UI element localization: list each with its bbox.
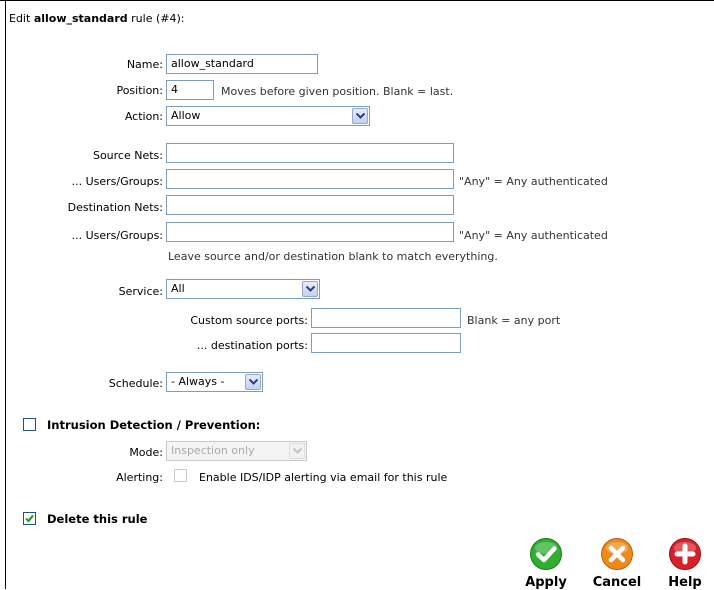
rule-edit-page: Edit allow_standard rule (#4): Name: all… [0, 0, 714, 590]
cancel-label: Cancel [592, 575, 642, 590]
frame-top-border [0, 0, 714, 1]
source-nets-field[interactable] [166, 143, 454, 163]
chevron-down-icon[interactable] [352, 108, 368, 124]
blank-match-note: Leave source and/or destination blank to… [168, 250, 498, 263]
chevron-down-icon[interactable] [245, 374, 261, 390]
schedule-select[interactable]: - Always - [166, 372, 263, 392]
title-suffix: rule (#4): [127, 12, 185, 25]
title-rule-name: allow_standard [33, 12, 128, 25]
service-label: Service: [118, 285, 163, 298]
service-selected-value: All [171, 282, 185, 295]
position-field[interactable]: 4 [166, 80, 214, 100]
chevron-down-icon[interactable] [302, 281, 318, 297]
ids-section-title: Intrusion Detection / Prevention: [47, 418, 261, 432]
apply-label: Apply [525, 575, 567, 590]
position-label: Position: [116, 84, 163, 97]
source-users-hint: "Any" = Any authenticated [459, 175, 608, 188]
plus-circle-icon [669, 538, 701, 570]
page-title: Edit allow_standard rule (#4): [9, 12, 184, 25]
service-select[interactable]: All [166, 279, 320, 299]
custom-source-ports-field[interactable] [311, 308, 461, 328]
cancel-button[interactable]: Cancel [585, 533, 649, 590]
ids-mode-label: Mode: [129, 446, 163, 459]
title-prefix: Edit [9, 12, 34, 25]
custom-source-ports-hint: Blank = any port [467, 314, 561, 327]
close-circle-icon [601, 538, 633, 570]
frame-left-border [5, 0, 6, 589]
source-users-field[interactable] [166, 169, 454, 189]
ids-alerting-checkbox[interactable] [174, 469, 187, 482]
custom-source-ports-label: Custom source ports: [190, 314, 308, 327]
action-select[interactable]: Allow [166, 106, 370, 126]
delete-rule-label: Delete this rule [47, 512, 148, 526]
destination-nets-field[interactable] [166, 195, 454, 215]
ids-mode-select[interactable]: Inspection only [166, 441, 307, 461]
position-hint: Moves before given position. Blank = las… [221, 85, 454, 98]
ids-alerting-text: Enable IDS/IDP alerting via email for th… [199, 471, 448, 484]
destination-users-field[interactable] [166, 222, 454, 242]
destination-users-label: ... Users/Groups: [71, 229, 163, 242]
checkmark-circle-icon [530, 538, 562, 570]
name-label: Name: [126, 58, 163, 71]
destination-users-hint: "Any" = Any authenticated [459, 229, 608, 242]
chevron-down-icon[interactable] [289, 443, 305, 459]
destination-nets-label: Destination Nets: [67, 201, 163, 214]
help-button[interactable]: Help [659, 533, 711, 590]
help-label: Help [668, 575, 702, 590]
destination-ports-label: ... destination ports: [196, 339, 308, 352]
ids-checkbox[interactable] [23, 418, 36, 431]
action-label: Action: [124, 110, 163, 123]
apply-button[interactable]: Apply [517, 533, 575, 590]
checkmark-icon [25, 514, 34, 523]
delete-rule-checkbox[interactable] [23, 512, 36, 525]
source-nets-label: Source Nets: [92, 149, 163, 162]
destination-ports-field[interactable] [311, 333, 461, 353]
schedule-label: Schedule: [108, 377, 163, 390]
ids-alerting-label: Alerting: [116, 471, 163, 484]
action-selected-value: Allow [171, 109, 201, 122]
source-users-label: ... Users/Groups: [71, 175, 163, 188]
ids-mode-selected-value: Inspection only [171, 444, 255, 457]
schedule-selected-value: - Always - [171, 375, 225, 388]
name-field[interactable]: allow_standard [166, 54, 318, 74]
